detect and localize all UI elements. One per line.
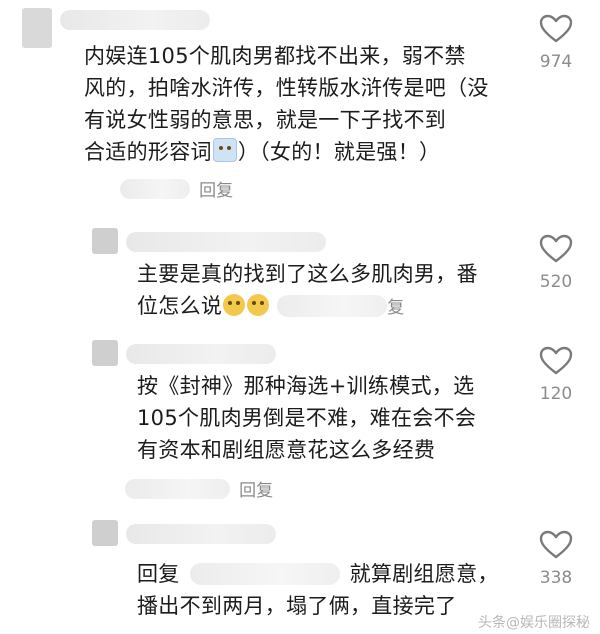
avatar[interactable] (92, 520, 118, 546)
username[interactable] (126, 524, 276, 544)
heart-icon (539, 14, 573, 43)
comment-text: 回复 就算剧组愿意， 播出不到两月，塌了俩，直接完了 (137, 562, 499, 618)
reply-username (120, 178, 190, 199)
like-count: 338 (539, 568, 573, 588)
comment-text: 内娱连105个肌肉男都找不出来，弱不禁 风的，拍啥水浒传，性转版水浒传是吧（没 … (84, 44, 489, 164)
like-button[interactable]: 120 (526, 346, 586, 404)
username[interactable] (60, 10, 210, 30)
reply-row[interactable]: 回复 (125, 476, 273, 501)
reply-row[interactable]: 回复 (120, 176, 233, 201)
heart-icon (539, 234, 573, 263)
cheeky-face-emoji-icon (223, 294, 246, 316)
reply-username (125, 478, 230, 499)
like-button[interactable]: 974 (526, 14, 586, 72)
watermark: 头条@娱乐圈探秘 (478, 615, 590, 631)
username[interactable] (126, 344, 276, 364)
reply-button[interactable]: 复 (387, 298, 404, 318)
comment-text: 主要是真的找到了这么多肌肉男，番 位怎么说 复 (137, 262, 478, 318)
reply-button[interactable]: 回复 (239, 476, 273, 501)
reply-username (189, 563, 340, 585)
like-button[interactable]: 520 (526, 234, 586, 292)
avatar[interactable] (92, 340, 118, 366)
crying-face-emoji-icon (212, 138, 237, 162)
reply-button[interactable]: 回复 (199, 176, 233, 201)
comment-text: 按《封神》那种海选+训练模式，选 105个肌肉男倒是不难，难在会不会 有资本和剧… (137, 374, 477, 462)
like-count: 974 (539, 52, 573, 72)
heart-icon (539, 346, 573, 375)
heart-icon (539, 530, 573, 559)
username[interactable] (126, 232, 326, 252)
like-count: 520 (539, 272, 573, 292)
like-button[interactable]: 338 (526, 530, 586, 588)
like-count: 120 (539, 384, 573, 404)
avatar[interactable] (22, 8, 52, 48)
reply-username (277, 295, 388, 317)
cheeky-face-emoji-icon (247, 294, 270, 316)
avatar[interactable] (92, 228, 118, 254)
